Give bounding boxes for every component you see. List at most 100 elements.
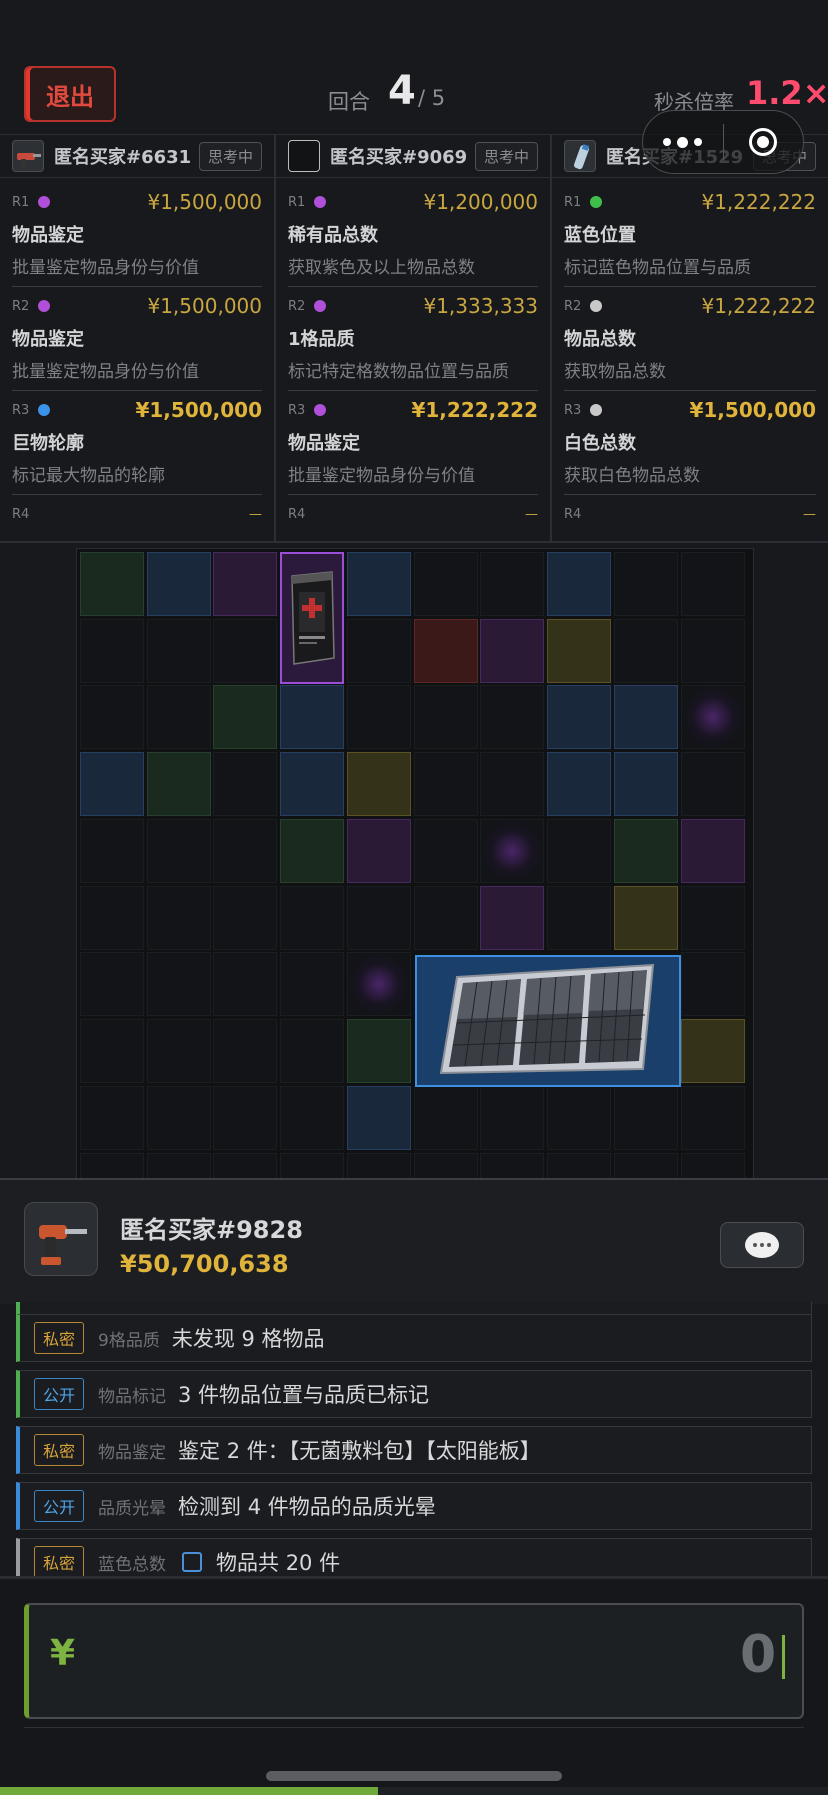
grid-cell[interactable]	[547, 685, 611, 749]
close-target-icon[interactable]	[724, 128, 804, 156]
grid-cell[interactable]	[414, 1086, 478, 1150]
bid-price: ¥1,222,222	[411, 398, 538, 422]
grid-cell[interactable]	[280, 1153, 344, 1179]
grid-cell[interactable]	[213, 1153, 277, 1179]
text-caret	[782, 1635, 785, 1679]
more-menu-icon[interactable]	[643, 136, 723, 148]
grid-cell[interactable]	[480, 552, 544, 616]
grid-cell[interactable]	[414, 1153, 478, 1179]
grid-cell[interactable]	[147, 619, 211, 683]
grid-cell[interactable]	[681, 1019, 745, 1083]
chat-button[interactable]	[720, 1222, 804, 1268]
grid-cell[interactable]	[480, 1153, 544, 1179]
sterile-dressing-pack-item[interactable]	[280, 552, 344, 684]
grid-cell[interactable]	[80, 886, 144, 950]
grid-cell[interactable]	[614, 685, 678, 749]
grid-cell[interactable]	[681, 952, 745, 1016]
grid-cell[interactable]	[681, 819, 745, 883]
grid-cell[interactable]	[347, 1153, 411, 1179]
grid-cell[interactable]	[280, 1019, 344, 1083]
grid-cell[interactable]	[213, 1019, 277, 1083]
grid-cell[interactable]	[147, 886, 211, 950]
grid-cell[interactable]	[347, 1019, 411, 1083]
grid-cell[interactable]	[547, 819, 611, 883]
grid-cell[interactable]	[213, 886, 277, 950]
grid-cell[interactable]	[347, 685, 411, 749]
grid-cell[interactable]	[347, 819, 411, 883]
grid-cell[interactable]	[80, 1086, 144, 1150]
grid-cell[interactable]	[414, 685, 478, 749]
grid-cell[interactable]	[414, 752, 478, 816]
grid-cell[interactable]	[147, 685, 211, 749]
grid-cell[interactable]	[147, 1153, 211, 1179]
exit-button[interactable]: 退出	[24, 66, 116, 122]
grid-cell[interactable]	[280, 952, 344, 1016]
grid-cell[interactable]	[280, 1086, 344, 1150]
grid-cell[interactable]	[414, 552, 478, 616]
grid-cell[interactable]	[80, 1019, 144, 1083]
grid-cell[interactable]	[547, 1086, 611, 1150]
grid-cell[interactable]	[681, 619, 745, 683]
grid-cell[interactable]	[681, 1153, 745, 1179]
grid-cell[interactable]	[147, 819, 211, 883]
grid-cell[interactable]	[80, 619, 144, 683]
grid-cell[interactable]	[147, 1019, 211, 1083]
grid-cell[interactable]	[347, 752, 411, 816]
grid-cell[interactable]	[213, 1086, 277, 1150]
grid-cell[interactable]	[280, 685, 344, 749]
grid-cell[interactable]	[480, 1086, 544, 1150]
bid-input[interactable]	[24, 1603, 804, 1719]
grid-cell[interactable]	[614, 886, 678, 950]
grid-cell[interactable]	[347, 619, 411, 683]
solar-panel-item[interactable]	[415, 955, 681, 1087]
grid-cell[interactable]	[614, 1153, 678, 1179]
grid-cell[interactable]	[480, 619, 544, 683]
grid-cell[interactable]	[681, 752, 745, 816]
grid-cell[interactable]	[147, 552, 211, 616]
grid-cell[interactable]	[414, 886, 478, 950]
grid-cell[interactable]	[414, 819, 478, 883]
grid-cell[interactable]	[614, 819, 678, 883]
grid-cell[interactable]	[280, 886, 344, 950]
grid-cell[interactable]	[80, 685, 144, 749]
bid-price: ¥1,222,222	[701, 294, 816, 318]
grid-cell[interactable]	[614, 752, 678, 816]
grid-cell[interactable]	[80, 752, 144, 816]
grid-cell[interactable]	[547, 752, 611, 816]
grid-cell[interactable]	[480, 752, 544, 816]
grid-cell[interactable]	[280, 819, 344, 883]
grid-cell[interactable]	[614, 552, 678, 616]
grid-cell[interactable]	[681, 886, 745, 950]
home-indicator[interactable]	[266, 1771, 562, 1781]
grid-cell[interactable]	[480, 685, 544, 749]
grid-cell[interactable]	[547, 1153, 611, 1179]
grid-cell[interactable]	[614, 619, 678, 683]
grid-cell[interactable]	[213, 819, 277, 883]
grid-cell[interactable]	[213, 552, 277, 616]
grid-cell[interactable]	[280, 752, 344, 816]
grid-cell[interactable]	[547, 619, 611, 683]
grid-cell[interactable]	[213, 685, 277, 749]
grid-cell[interactable]	[547, 886, 611, 950]
grid-cell[interactable]	[347, 552, 411, 616]
grid-cell[interactable]	[147, 1086, 211, 1150]
grid-cell[interactable]	[213, 619, 277, 683]
grid-cell[interactable]	[681, 1086, 745, 1150]
grid-cell[interactable]	[414, 619, 478, 683]
grid-cell[interactable]	[80, 952, 144, 1016]
grid-cell[interactable]	[614, 1086, 678, 1150]
grid-cell[interactable]	[547, 552, 611, 616]
grid-cell[interactable]	[80, 819, 144, 883]
grid-cell[interactable]	[213, 752, 277, 816]
grid-cell[interactable]	[480, 886, 544, 950]
grid-cell[interactable]	[147, 952, 211, 1016]
grid-cell[interactable]	[80, 1153, 144, 1179]
grid-cell[interactable]	[347, 1086, 411, 1150]
grid-cell[interactable]	[147, 752, 211, 816]
round-index: R2	[564, 298, 582, 314]
grid-cell[interactable]	[347, 886, 411, 950]
round-current: 4	[388, 68, 416, 114]
grid-cell[interactable]	[80, 552, 144, 616]
grid-cell[interactable]	[213, 952, 277, 1016]
grid-cell[interactable]	[681, 552, 745, 616]
